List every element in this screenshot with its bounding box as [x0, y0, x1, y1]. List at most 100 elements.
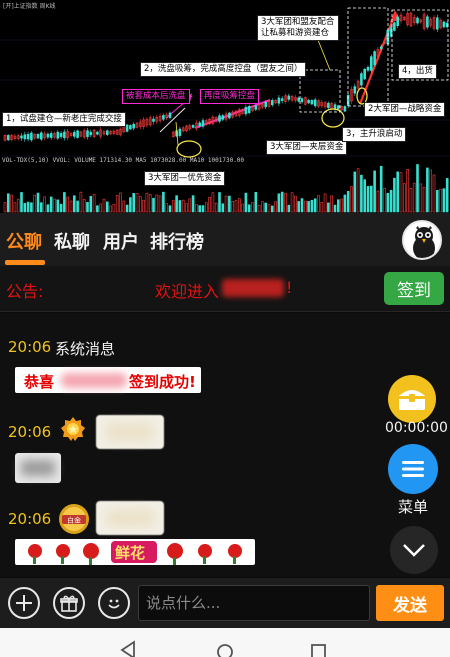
- volume-bar: [119, 192, 122, 213]
- candle: [307, 99, 310, 104]
- announcement-text: 欢迎进入: [155, 282, 220, 301]
- volume-bar: [346, 191, 350, 213]
- volume-bar: [300, 198, 304, 213]
- gift-button[interactable]: [53, 587, 85, 619]
- volume-bar: [23, 203, 27, 213]
- volume-bar: [333, 204, 337, 213]
- volume-bar: [396, 171, 400, 213]
- candle: [353, 86, 357, 94]
- announcement-label: 公告:: [6, 282, 44, 301]
- candle: [313, 99, 317, 107]
- volume-bar: [439, 188, 442, 213]
- volume-bar: [26, 201, 30, 213]
- volume-bar: [432, 174, 436, 213]
- volume-bar: [214, 202, 218, 213]
- volume-bar: [96, 205, 99, 213]
- volume-bar: [261, 201, 264, 213]
- volume-bar: [30, 202, 33, 213]
- volume-bar: [165, 203, 168, 213]
- treasure-chest-button[interactable]: [388, 375, 436, 423]
- volume-bar: [135, 193, 139, 213]
- candle: [76, 130, 79, 138]
- candle: [46, 133, 50, 138]
- platinum-badge-icon: 白金: [59, 504, 89, 534]
- message-input[interactable]: [138, 585, 370, 621]
- volume-bar: [224, 195, 228, 213]
- volume-bar: [419, 183, 423, 213]
- volume-bar: [122, 200, 126, 213]
- tab-leaderboard[interactable]: 排行榜: [150, 228, 204, 254]
- add-button[interactable]: [8, 587, 40, 619]
- volume-bar: [393, 177, 396, 213]
- emoji-button[interactable]: [98, 587, 130, 619]
- volume-bar: [402, 183, 406, 213]
- volume-bar: [277, 193, 281, 213]
- volume-bar: [162, 191, 165, 213]
- candle: [132, 123, 135, 129]
- volume-bar: [376, 190, 380, 213]
- volume-bar: [181, 199, 185, 213]
- svg-text:白金: 白金: [67, 516, 81, 525]
- volume-bar: [185, 203, 188, 213]
- volume-bar: [79, 191, 83, 213]
- candle: [86, 130, 89, 137]
- message-time: 20:06: [8, 423, 52, 441]
- volume-bar: [86, 201, 89, 213]
- send-button[interactable]: 发送: [376, 585, 444, 621]
- chat-message-list: 20:06 系统消息 恭喜 签到成功! 20:06 20:06 白金 鲜花: [0, 313, 450, 577]
- candle: [247, 106, 251, 113]
- volume-bar: [323, 193, 327, 213]
- candle: [73, 132, 76, 137]
- volume-bar: [294, 195, 297, 213]
- volume-bar: [208, 196, 211, 213]
- volume-bar: [399, 172, 403, 213]
- volume-bar: [13, 202, 17, 213]
- volume-bar: [307, 201, 310, 213]
- volume-bar: [178, 200, 182, 213]
- volume-bar: [244, 192, 248, 213]
- volume-bar: [353, 171, 357, 213]
- volume-bar: [7, 193, 10, 213]
- message-time: 20:06: [8, 510, 52, 528]
- chat-image-thumbnail[interactable]: [15, 453, 61, 483]
- kline-chart: [开]上证指数 周K线 1，试盘建仓—新老庄完成交接 2，洗盘吸筹，完成高度控盘…: [0, 0, 450, 213]
- announcement-bar: 公告: 欢迎进入 ! 签到: [0, 266, 450, 312]
- tab-private-chat[interactable]: 私聊: [54, 228, 90, 254]
- volume-bar: [188, 198, 192, 213]
- candle: [30, 132, 33, 141]
- chat-input-bar: 发送: [0, 578, 450, 628]
- volume-bar: [109, 205, 112, 213]
- candle: [333, 104, 337, 110]
- volume-bar: [155, 194, 159, 213]
- volume-bar: [416, 164, 419, 213]
- candle: [39, 132, 43, 140]
- tab-users[interactable]: 用户: [103, 228, 139, 254]
- volume-bar: [383, 187, 386, 213]
- volume-bar: [310, 199, 314, 213]
- volume-bar: [389, 189, 393, 213]
- volume-bar: [426, 167, 429, 213]
- volume-bar: [158, 195, 162, 213]
- menu-button[interactable]: [388, 444, 438, 494]
- volume-bar: [69, 200, 73, 213]
- volume-bar: [145, 192, 149, 213]
- volume-bar: [139, 196, 142, 213]
- menu-label: 菜单: [398, 498, 429, 516]
- tab-public-chat[interactable]: 公聊: [6, 228, 42, 254]
- avatar[interactable]: [402, 220, 442, 260]
- volume-bar: [360, 174, 363, 213]
- volume-bar: [386, 192, 390, 213]
- volume-bar: [142, 199, 145, 213]
- annotation-6: 3大军团—夹层资金: [266, 140, 348, 155]
- volume-bar: [92, 194, 96, 213]
- gold-rank-badge-icon: [61, 417, 85, 441]
- scroll-down-button[interactable]: [390, 526, 438, 574]
- system-message-bubble: 恭喜 签到成功!: [15, 367, 201, 393]
- candle: [191, 125, 195, 128]
- chart-top-label: [开]上证指数 周K线: [3, 3, 56, 10]
- annotation-4: 再度吸筹控盘: [200, 89, 260, 104]
- candle: [23, 134, 27, 140]
- system-message-prefix: 恭喜: [24, 373, 55, 391]
- volume-bar: [264, 202, 268, 213]
- signin-button[interactable]: 签到: [384, 272, 444, 305]
